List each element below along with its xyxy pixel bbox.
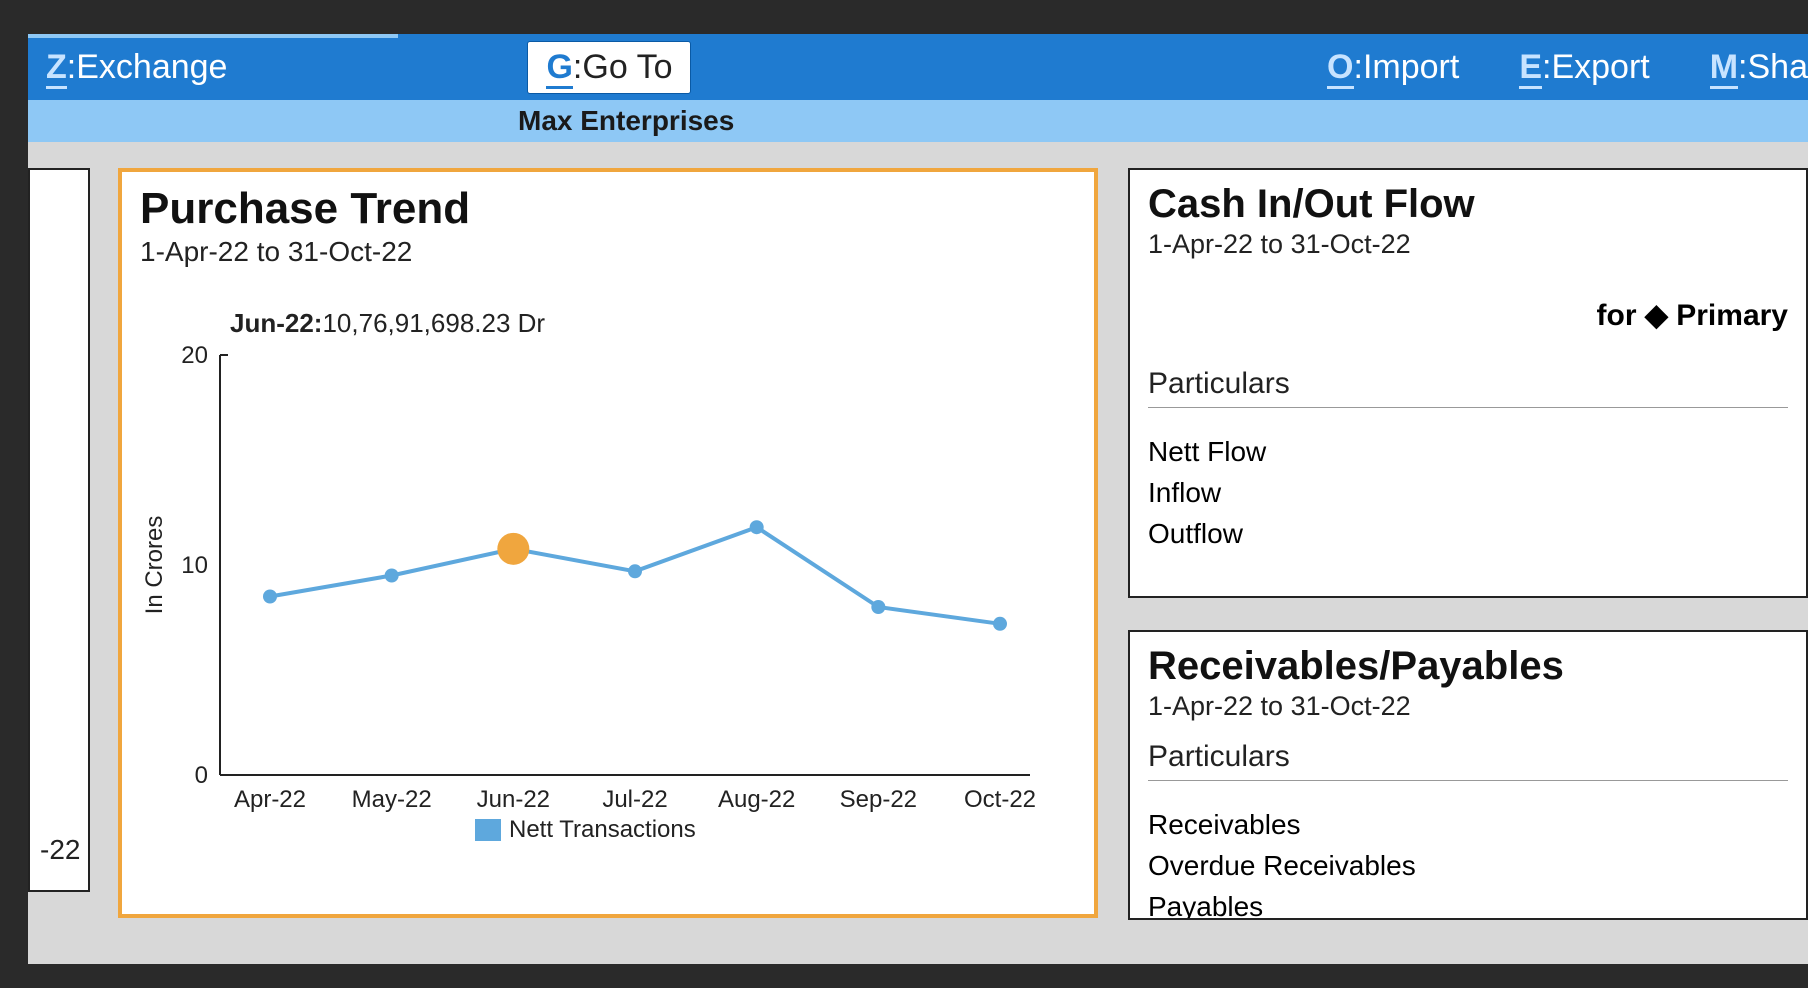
cash-row-inflow: Inflow [1148, 473, 1788, 512]
ribbon-accent [28, 34, 398, 38]
chart-area: 0 10 20 In Crores Apr-22 May-22 Jun-22 Jul-22 Au… [140, 345, 1050, 865]
svg-text:In Crores: In Crores [141, 516, 168, 615]
ribbon-export-key: E [1519, 48, 1542, 89]
ribbon-exchange-label: Exchange [76, 48, 227, 86]
chart-tooltip: Jun-22:10,76,91,698.23 Dr [230, 308, 1076, 339]
ribbon-share-key: M [1710, 48, 1738, 89]
ribbon-import[interactable]: O:Import [1327, 48, 1459, 87]
recv-row-payables: Payables [1148, 887, 1788, 920]
cash-row-nett: Nett Flow [1148, 432, 1788, 471]
svg-text:20: 20 [181, 345, 208, 369]
recv-title: Receivables/Payables [1148, 644, 1788, 689]
purchase-trend-card[interactable]: Purchase Trend 1-Apr-22 to 31-Oct-22 Jun… [118, 168, 1098, 918]
receivables-card[interactable]: Receivables/Payables 1-Apr-22 to 31-Oct-… [1128, 630, 1808, 920]
svg-text:Nett Transactions: Nett Transactions [509, 816, 696, 843]
ribbon-goto-key: G [546, 48, 572, 89]
left-sliver-box: -22 [28, 168, 90, 892]
svg-text:Oct-22: Oct-22 [964, 786, 1036, 813]
ribbon-export[interactable]: E:Export [1519, 48, 1649, 87]
chart-tooltip-value: 10,76,91,698.23 Dr [322, 308, 545, 338]
top-ribbon: Z:Exchange G:Go To O:Import E:Export M:S… [28, 34, 1808, 100]
cash-flow-title: Cash In/Out Flow [1148, 182, 1788, 227]
recv-row-overdue: Overdue Receivables [1148, 846, 1788, 885]
svg-text:Aug-22: Aug-22 [718, 786, 795, 813]
recv-subtitle: 1-Apr-22 to 31-Oct-22 [1148, 691, 1788, 722]
chart-title: Purchase Trend [140, 184, 1076, 234]
cash-flow-subtitle: 1-Apr-22 to 31-Oct-22 [1148, 229, 1788, 260]
content-area: -22 Purchase Trend 1-Apr-22 to 31-Oct-22… [28, 142, 1808, 920]
ribbon-goto-label: Go To [582, 48, 672, 86]
chart-subtitle: 1-Apr-22 to 31-Oct-22 [140, 236, 1076, 268]
ribbon-import-key: O [1327, 48, 1353, 89]
ribbon-exchange[interactable]: Z:Exchange [46, 48, 227, 87]
svg-text:Sep-22: Sep-22 [840, 786, 917, 813]
svg-text:Jul-22: Jul-22 [602, 786, 667, 813]
cash-flow-section-head: Particulars [1148, 367, 1788, 408]
cash-flow-for: for ◆ Primary [1148, 298, 1788, 333]
left-sliver: -22 [28, 168, 118, 920]
ribbon-import-label: Import [1363, 48, 1459, 86]
ribbon-export-label: Export [1551, 48, 1649, 86]
app-frame: Z:Exchange G:Go To O:Import E:Export M:S… [28, 34, 1808, 964]
company-name: Max Enterprises [518, 105, 734, 137]
cash-row-outflow: Outflow [1148, 514, 1788, 553]
ribbon-goto[interactable]: G:Go To [527, 41, 691, 94]
company-bar: Max Enterprises [28, 100, 1808, 142]
side-column: Cash In/Out Flow 1-Apr-22 to 31-Oct-22 f… [1128, 168, 1808, 920]
svg-text:May-22: May-22 [352, 786, 432, 813]
left-sliver-label: -22 [40, 834, 80, 866]
svg-text:Apr-22: Apr-22 [234, 786, 306, 813]
recv-row-receivables: Receivables [1148, 805, 1788, 844]
recv-section-head: Particulars [1148, 740, 1788, 781]
svg-text:0: 0 [195, 762, 208, 789]
svg-text:10: 10 [181, 552, 208, 579]
chart-tooltip-label: Jun-22: [230, 308, 322, 338]
ribbon-share[interactable]: M:Sha [1710, 48, 1808, 87]
ribbon-share-label: Sha [1748, 48, 1808, 86]
chart-svg: 0 10 20 In Crores Apr-22 May-22 Jun-22 Jul-22 Au… [140, 345, 1050, 865]
svg-text:Jun-22: Jun-22 [477, 786, 550, 813]
ribbon-exchange-key: Z [46, 48, 67, 89]
recv-rows: Receivables Overdue Receivables Payables [1148, 805, 1788, 920]
cash-flow-rows: Nett Flow Inflow Outflow [1148, 432, 1788, 554]
cash-flow-card[interactable]: Cash In/Out Flow 1-Apr-22 to 31-Oct-22 f… [1128, 168, 1808, 598]
